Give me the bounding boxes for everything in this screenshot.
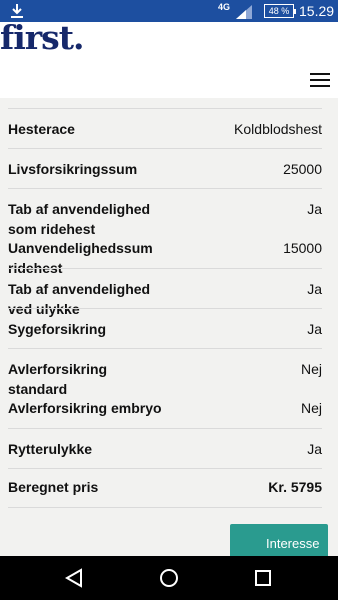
network-type: 4G [218, 2, 231, 12]
row-label: Sygeforsikring [8, 321, 107, 337]
recent-apps-icon[interactable] [251, 566, 275, 590]
table-row: Rytterulykke Ja [8, 428, 322, 469]
row-value: Ja [307, 321, 322, 337]
row-value: 25000 [283, 161, 322, 177]
row-value: Koldblodshest [234, 121, 322, 137]
row-value: Ja [307, 201, 322, 217]
price-value: Kr. 5795 [268, 479, 322, 495]
table-row: Avlerforsikring embryo Nej [8, 388, 322, 428]
table-row: Hesterace Koldblodshest [8, 108, 322, 149]
battery-icon: 48 % [264, 4, 296, 18]
table-row: Tab af anvendelighed ved ulykke Ja [8, 268, 322, 317]
summary-content: Hesterace Koldblodshest Livsforsikringss… [0, 98, 338, 564]
row-value: Ja [307, 281, 322, 297]
table-row: Sygeforsikring Ja [8, 308, 322, 349]
hamburger-menu-icon[interactable] [310, 73, 330, 89]
summary-card: Hesterace Koldblodshest Livsforsikringss… [8, 98, 322, 556]
table-row: Uanvendelighedssum ridehest 15000 [8, 228, 322, 276]
app-header: first. [0, 18, 338, 98]
price-row: Beregnet pris Kr. 5795 [8, 468, 322, 508]
row-value: 15000 [283, 240, 322, 256]
table-row: Livsforsikringssum 25000 [8, 148, 322, 189]
android-nav-bar [0, 556, 338, 600]
row-label: Hesterace [8, 121, 75, 137]
home-icon[interactable] [157, 566, 181, 590]
price-label: Beregnet pris [8, 479, 99, 495]
signal-icon [236, 5, 252, 19]
row-value: Nej [300, 361, 322, 377]
table-row: Avlerforsikring standard Nej [8, 348, 322, 397]
clock: 15.29 [299, 3, 335, 19]
row-label: Rytterulykke [8, 441, 93, 457]
back-icon[interactable] [63, 566, 87, 590]
table-row: Tab af anvendelighed som ridehest Ja [8, 188, 322, 237]
row-label: Avlerforsikring embryo [8, 400, 162, 416]
row-value: Nej [300, 400, 322, 416]
brand-logo[interactable]: first. [0, 18, 84, 57]
row-value: Ja [307, 441, 322, 457]
row-label: Livsforsikringssum [8, 161, 138, 177]
